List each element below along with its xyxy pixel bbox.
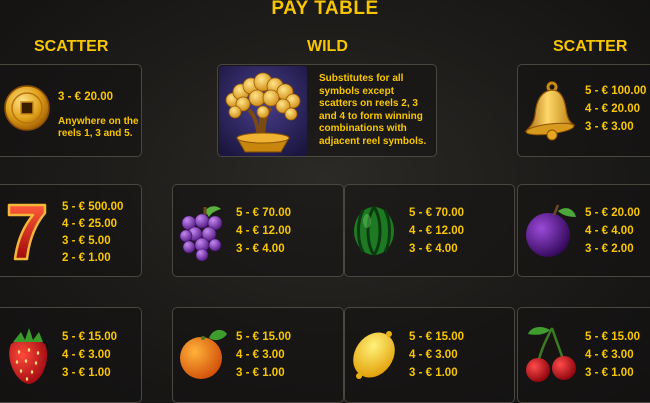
orange-pay-line: 5 - € 15.00 xyxy=(236,331,291,343)
seven-pay-line: 5 - € 500.00 xyxy=(62,201,124,213)
heading-scatter-right: SCATTER xyxy=(553,38,628,55)
paytable-card-coin-scatter: 3 - € 20.00 Anywhere on the reels 1, 3 a… xyxy=(0,64,142,157)
seven-pay-line: 3 - € 5.00 xyxy=(62,235,111,247)
strawberry-pay-line: 3 - € 1.00 xyxy=(62,367,111,379)
cherries-icon xyxy=(526,327,576,382)
paytable-card-seven: 5 - € 500.00 4 - € 25.00 3 - € 5.00 2 - … xyxy=(0,184,142,277)
bell-pay-line: 3 - € 3.00 xyxy=(585,121,634,133)
paytable-card-cherries: 5 - € 15.00 4 - € 3.00 3 - € 1.00 xyxy=(517,307,650,403)
paytable-card-orange: 5 - € 15.00 4 - € 3.00 3 - € 1.00 xyxy=(172,307,344,403)
seven-icon xyxy=(7,203,47,261)
lemon-pay-line: 5 - € 15.00 xyxy=(409,331,464,343)
plum-pay-line: 3 - € 2.00 xyxy=(585,243,634,255)
grapes-icon xyxy=(179,206,223,261)
page-title: PAY TABLE xyxy=(271,0,379,19)
strawberry-pay-line: 5 - € 15.00 xyxy=(62,331,117,343)
grapes-pay-line: 3 - € 4.00 xyxy=(236,243,285,255)
paytable-card-plum: 5 - € 20.00 4 - € 4.00 3 - € 2.00 xyxy=(517,184,650,277)
plum-pay-line: 5 - € 20.00 xyxy=(585,207,640,219)
lemon-pay-line: 4 - € 3.00 xyxy=(409,349,458,361)
paytable-card-grapes: 5 - € 70.00 4 - € 12.00 3 - € 4.00 xyxy=(172,184,344,277)
bell-pay-line: 4 - € 20.00 xyxy=(585,103,640,115)
plum-icon xyxy=(526,204,576,257)
wild-description-line: and 4 to form winning xyxy=(319,110,423,122)
grapes-pay-line: 4 - € 12.00 xyxy=(236,225,291,237)
bell-icon xyxy=(524,81,576,141)
coin-pay-line: 3 - € 20.00 xyxy=(58,91,113,103)
paytable-card-lemon: 5 - € 15.00 4 - € 3.00 3 - € 1.00 xyxy=(344,307,515,403)
cherries-pay-line: 3 - € 1.00 xyxy=(585,367,634,379)
plum-pay-line: 4 - € 4.00 xyxy=(585,225,634,237)
orange-pay-line: 3 - € 1.00 xyxy=(236,367,285,379)
lemon-pay-line: 3 - € 1.00 xyxy=(409,367,458,379)
paytable-card-strawberry: 5 - € 15.00 4 - € 3.00 3 - € 1.00 xyxy=(0,307,142,403)
heading-wild: WILD xyxy=(307,38,348,55)
watermelon-pay-line: 5 - € 70.00 xyxy=(409,207,464,219)
strawberry-pay-line: 4 - € 3.00 xyxy=(62,349,111,361)
coin-icon xyxy=(4,85,50,131)
watermelon-icon xyxy=(354,206,394,256)
wild-description-line: scatters on reels 2, 3 xyxy=(319,98,418,109)
bell-pay-line: 5 - € 100.00 xyxy=(585,85,647,97)
cherries-pay-line: 4 - € 3.00 xyxy=(585,349,634,361)
wild-description-line: symbols except xyxy=(319,85,395,97)
seven-pay-line: 4 - € 25.00 xyxy=(62,218,117,230)
cherries-pay-line: 5 - € 15.00 xyxy=(585,331,640,343)
wild-description-line: Substitutes for all xyxy=(319,73,404,84)
wild-description-line: combinations with xyxy=(319,123,407,134)
coin-note-line: reels 1, 3 and 5. xyxy=(58,128,133,139)
coin-note-line: Anywhere on the xyxy=(58,116,139,127)
watermelon-pay-line: 3 - € 4.00 xyxy=(409,243,458,255)
paytable-card-watermelon: 5 - € 70.00 4 - € 12.00 3 - € 4.00 xyxy=(344,184,515,277)
wild-description-line: adjacent reel symbols. xyxy=(319,135,427,147)
seven-pay-line: 2 - € 1.00 xyxy=(62,252,111,264)
grapes-pay-line: 5 - € 70.00 xyxy=(236,207,291,219)
heading-scatter-left: SCATTER xyxy=(34,38,109,55)
watermelon-pay-line: 4 - € 12.00 xyxy=(409,225,464,237)
orange-icon xyxy=(180,329,227,379)
strawberry-icon xyxy=(9,328,48,384)
paytable-card-bell-scatter: 5 - € 100.00 4 - € 20.00 3 - € 3.00 xyxy=(517,64,650,157)
paytable-card-wild: Substitutes for all symbols except scatt… xyxy=(217,64,437,157)
money-tree-icon xyxy=(219,66,307,156)
orange-pay-line: 4 - € 3.00 xyxy=(236,349,285,361)
lemon-icon xyxy=(353,331,395,379)
